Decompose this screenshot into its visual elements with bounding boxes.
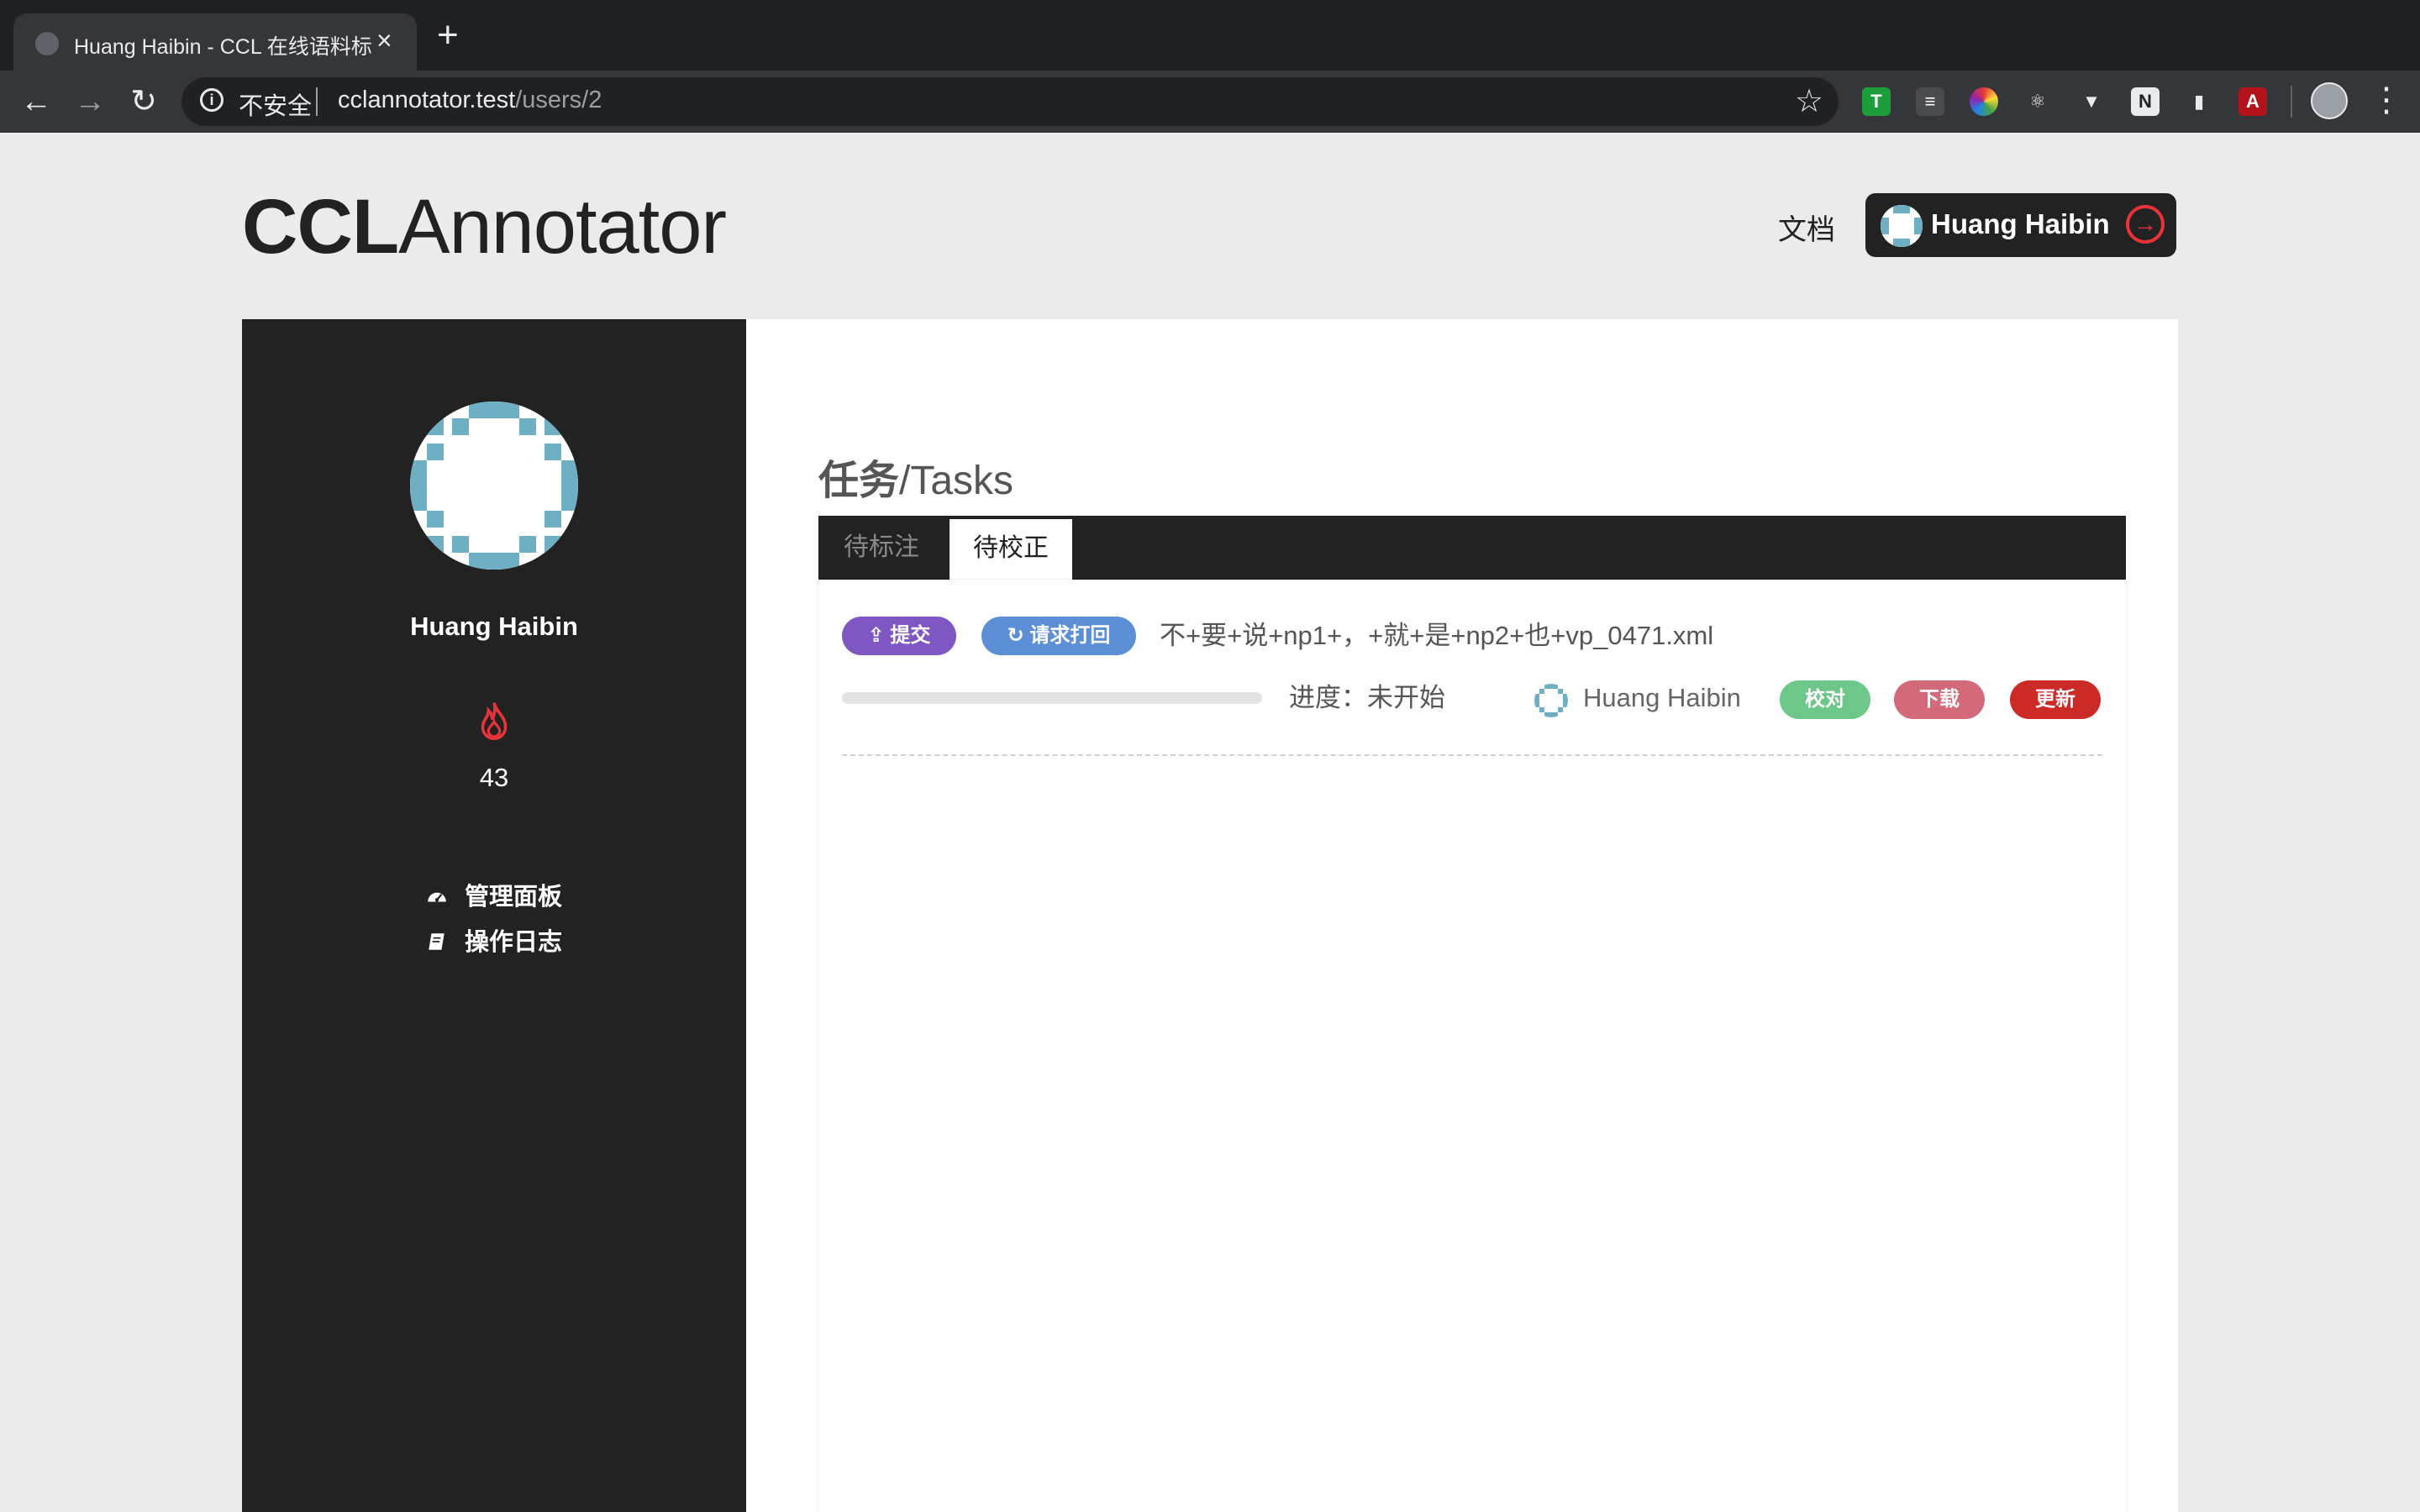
redo-icon: ↻ [1007, 624, 1030, 647]
extension-list-icon[interactable]: ≡ [1916, 87, 1944, 116]
profile-avatar-large [410, 402, 578, 570]
sidebar-item-dashboard[interactable]: 管理面板 [242, 877, 746, 912]
assignee-name: Huang Haibin [1583, 683, 1741, 712]
request-recall-button[interactable]: ↻ 请求打回 [981, 617, 1136, 655]
score-value: 43 [479, 763, 509, 792]
browser-toolbar: ← → ↻ i 不安全 cclannotator.test/users/2 ☆ … [0, 71, 2420, 133]
browser-tab-bar: Huang Haibin - CCL 在线语料标注 × + [0, 0, 2420, 71]
forward-icon[interactable]: → [69, 81, 111, 123]
close-tab-icon[interactable]: × [376, 25, 392, 56]
url-host: cclannotator.test [338, 87, 516, 113]
user-menu-name: Huang Haibin [1931, 208, 2110, 239]
acrobat-icon[interactable]: A [2238, 87, 2267, 116]
docs-link[interactable]: 文档 [1778, 207, 1835, 248]
address-bar[interactable]: i 不安全 cclannotator.test/users/2 ☆ [182, 77, 1839, 126]
logo-bold: CCL [242, 184, 399, 270]
sidebar-item-label: 操作日志 [464, 929, 562, 956]
extension-shield-icon[interactable]: T [1862, 87, 1891, 116]
download-button[interactable]: 下载 [1894, 680, 1985, 719]
logout-icon[interactable]: → [2126, 205, 2165, 244]
dashboard-icon [428, 892, 446, 902]
color-picker-icon[interactable] [1970, 87, 1998, 116]
site-logo[interactable]: CCLAnnotator [242, 183, 727, 271]
proofread-button[interactable]: 校对 [1780, 680, 1870, 719]
submit-label: 提交 [890, 624, 931, 647]
browser-tab[interactable]: Huang Haibin - CCL 在线语料标注 × [13, 13, 417, 71]
new-tab-button[interactable]: + [437, 17, 459, 54]
recall-label: 请求打回 [1029, 624, 1111, 647]
update-button[interactable]: 更新 [2010, 680, 2101, 719]
globe-icon [35, 32, 59, 55]
reload-icon[interactable]: ↻ [123, 81, 165, 123]
submit-button[interactable]: ⇪ 提交 [842, 617, 956, 655]
url-path: /users/2 [515, 87, 602, 113]
flame-icon [481, 701, 508, 741]
progress-bar [842, 692, 1262, 704]
react-devtools-icon[interactable]: ⚛ [2023, 87, 2052, 116]
task-filename[interactable]: 不+要+说+np1+，+就+是+np2+也+vp_0471.xml [1160, 617, 1713, 655]
task-list: ⇪ 提交 ↻ 请求打回 不+要+说+np1+，+就+是+np2+也+vp_047… [818, 580, 2126, 1512]
upload-icon: ⇪ [867, 624, 891, 647]
back-icon[interactable]: ← [15, 81, 57, 123]
task-tabs: 待标注 待校正 [818, 516, 2126, 580]
user-menu[interactable]: Huang Haibin → [1865, 193, 2176, 257]
sidebar-item-logs[interactable]: 操作日志 [242, 922, 746, 958]
logo-light: Annotator [398, 184, 727, 270]
main-panel: 任务/Tasks 待标注 待校正 ⇪ 提交 ↻ 请求打回 不+要+说+np1+，… [746, 319, 2178, 1512]
title-zh: 任务 [818, 459, 900, 503]
notion-icon[interactable]: N [2131, 87, 2160, 116]
tab-title: Huang Haibin - CCL 在线语料标注 [74, 35, 373, 59]
profile-avatar[interactable] [2311, 82, 2348, 119]
tab-pending-annotation[interactable]: 待标注 [818, 516, 944, 580]
progress-label: 进度：未开始 [1289, 683, 1445, 712]
assignee-avatar-icon [1534, 684, 1568, 717]
user-avatar-icon [1881, 205, 1923, 247]
bookmark-icon[interactable]: ▮ [2185, 87, 2213, 116]
toolbar-divider [2291, 86, 2292, 118]
sidebar: Huang Haibin 43 管理面板 操作日志 [242, 319, 746, 1512]
security-label[interactable]: 不安全 [239, 87, 312, 122]
omnibox-divider [316, 87, 318, 116]
task-divider [842, 754, 2102, 756]
url-text[interactable]: cclannotator.test/users/2 [338, 87, 602, 114]
profile-username: Huang Haibin [410, 612, 578, 641]
page-title: 任务/Tasks [818, 447, 1013, 506]
tab-pending-correction[interactable]: 待校正 [950, 519, 1072, 580]
menu-icon[interactable]: ⋮ [2370, 79, 2403, 121]
vue-devtools-icon[interactable]: ▼ [2077, 87, 2106, 116]
title-en: /Tasks [899, 459, 1014, 503]
sidebar-item-label: 管理面板 [464, 884, 562, 911]
star-icon[interactable]: ☆ [1795, 82, 1823, 120]
info-icon[interactable]: i [200, 88, 224, 112]
book-icon [429, 933, 445, 950]
